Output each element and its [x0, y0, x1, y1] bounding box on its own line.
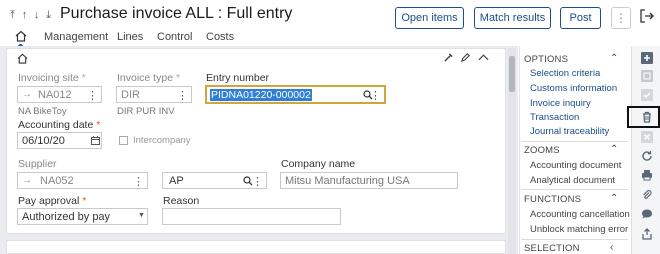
- pay-approval-label: Pay approval *: [18, 195, 87, 207]
- required-marker: *: [81, 72, 86, 84]
- share-export-icon[interactable]: [641, 228, 653, 240]
- company-name-label: Company name: [281, 158, 356, 170]
- function-unblock-matching-error[interactable]: Unblock matching error: [530, 224, 628, 235]
- options-section-header[interactable]: OPTIONS: [524, 54, 568, 65]
- main-scrollbar-thumb[interactable]: [509, 56, 515, 92]
- pay-approval-select[interactable]: Authorized by pay ▼: [17, 208, 148, 225]
- tab-management[interactable]: Management: [44, 31, 108, 43]
- calendar-icon[interactable]: [91, 136, 100, 145]
- function-accounting-cancellation[interactable]: Accounting cancellation: [530, 209, 630, 220]
- selection-section-header[interactable]: SELECTION: [524, 243, 580, 254]
- functions-section-header[interactable]: FUNCTIONS: [524, 194, 581, 205]
- field-menu-icon[interactable]: ⋮: [87, 89, 98, 102]
- exit-icon[interactable]: [640, 9, 654, 23]
- cancel-x-icon[interactable]: [641, 131, 653, 143]
- reason-label: Reason: [163, 195, 200, 207]
- accounting-date-label: Accounting date *: [18, 119, 101, 131]
- more-actions-button[interactable]: ⋮: [611, 7, 631, 29]
- option-customs-information[interactable]: Customs information: [530, 83, 617, 94]
- comment-icon[interactable]: [641, 208, 653, 220]
- zoom-analytical-document[interactable]: Analytical document: [530, 175, 615, 186]
- open-items-button[interactable]: Open items: [395, 7, 464, 29]
- section-tabs: Management Lines Control Costs: [0, 30, 660, 49]
- first-record-icon[interactable]: ⤒: [8, 9, 17, 22]
- dropdown-caret-icon: ▼: [138, 212, 145, 219]
- option-transaction[interactable]: Transaction: [530, 112, 579, 123]
- divider: [521, 141, 628, 142]
- entry-number-field[interactable]: PIDNA01220-000002 ⋮: [205, 85, 386, 104]
- chevron-up-icon[interactable]: ⌃: [610, 193, 618, 204]
- field-menu-icon[interactable]: ⋮: [177, 89, 188, 102]
- print-icon[interactable]: [641, 169, 653, 181]
- option-selection-criteria[interactable]: Selection criteria: [530, 68, 600, 79]
- field-menu-icon[interactable]: ⋮: [370, 89, 381, 102]
- intercompany-checkbox[interactable]: [119, 136, 128, 145]
- add-icon[interactable]: [641, 52, 653, 64]
- record-navigation: ⤒ ↑ ↓ ⤓: [8, 9, 53, 22]
- page-title: Purchase invoice ALL : Full entry: [60, 5, 293, 22]
- invoice-type-label: Invoice type *: [117, 72, 181, 84]
- invoicing-site-label: Invoicing site *: [18, 72, 86, 84]
- match-results-button[interactable]: Match results: [474, 7, 551, 29]
- entry-number-label: Entry number: [206, 72, 270, 84]
- page-header: ⤒ ↑ ↓ ⤓ Purchase invoice ALL : Full entr…: [0, 0, 660, 30]
- chevron-up-icon[interactable]: ⌃: [610, 144, 618, 155]
- attachment-icon[interactable]: [641, 189, 653, 201]
- tab-lines[interactable]: Lines: [117, 31, 143, 43]
- zoom-accounting-document[interactable]: Accounting document: [530, 160, 621, 171]
- save-check-icon[interactable]: [641, 89, 653, 101]
- arrow-right-icon: →: [22, 175, 32, 186]
- collapse-chevron-icon[interactable]: [478, 53, 489, 62]
- entry-number-value: PIDNA01220-000002: [210, 88, 312, 101]
- highlight-frame: [627, 106, 660, 128]
- supplier-account-field[interactable]: AP ⋮: [162, 172, 267, 189]
- invoice-type-description: DIR PUR INV: [117, 106, 175, 117]
- section-home-icon[interactable]: [17, 53, 28, 64]
- divider: [521, 239, 628, 240]
- option-invoice-inquiry[interactable]: Invoice inquiry: [530, 98, 591, 109]
- field-menu-icon[interactable]: ⋮: [252, 175, 263, 188]
- home-tab-icon[interactable]: [15, 30, 27, 42]
- invoicing-site-description: NA BikeToy: [18, 106, 67, 117]
- arrow-right-icon: →: [22, 89, 32, 100]
- accounting-date-field[interactable]: 06/10/20: [17, 132, 102, 149]
- chevron-left-icon[interactable]: ‹: [610, 242, 613, 253]
- next-record-icon[interactable]: ↓: [32, 9, 41, 22]
- edit-pencil-icon[interactable]: [460, 52, 471, 63]
- divider: [521, 189, 628, 190]
- option-journal-traceability[interactable]: Journal traceability: [530, 126, 609, 137]
- supplier-field[interactable]: → NA052 ⋮: [17, 172, 148, 189]
- tools-icon[interactable]: [443, 52, 454, 63]
- zooms-section-header[interactable]: ZOOMS: [524, 145, 560, 156]
- invoicing-site-field[interactable]: → NA012 ⋮: [17, 86, 102, 103]
- second-card: [6, 240, 506, 254]
- field-menu-icon[interactable]: ⋮: [133, 175, 144, 188]
- post-button[interactable]: Post: [560, 7, 601, 29]
- copy-icon[interactable]: [641, 70, 653, 82]
- tab-costs[interactable]: Costs: [206, 31, 234, 43]
- reason-field[interactable]: [162, 208, 341, 225]
- kebab-icon: ⋮: [615, 11, 627, 25]
- refresh-icon[interactable]: [641, 150, 653, 162]
- previous-record-icon[interactable]: ↑: [20, 9, 29, 22]
- tab-control[interactable]: Control: [157, 31, 192, 43]
- supplier-label: Supplier: [18, 158, 57, 170]
- intercompany-label: Intercompany: [133, 135, 191, 146]
- invoice-type-field[interactable]: DIR ⋮: [116, 86, 192, 103]
- company-name-field[interactable]: Mitsu Manufacturing USA: [280, 172, 458, 189]
- last-record-icon[interactable]: ⤓: [44, 9, 53, 22]
- chevron-up-icon[interactable]: ⌃: [610, 53, 618, 64]
